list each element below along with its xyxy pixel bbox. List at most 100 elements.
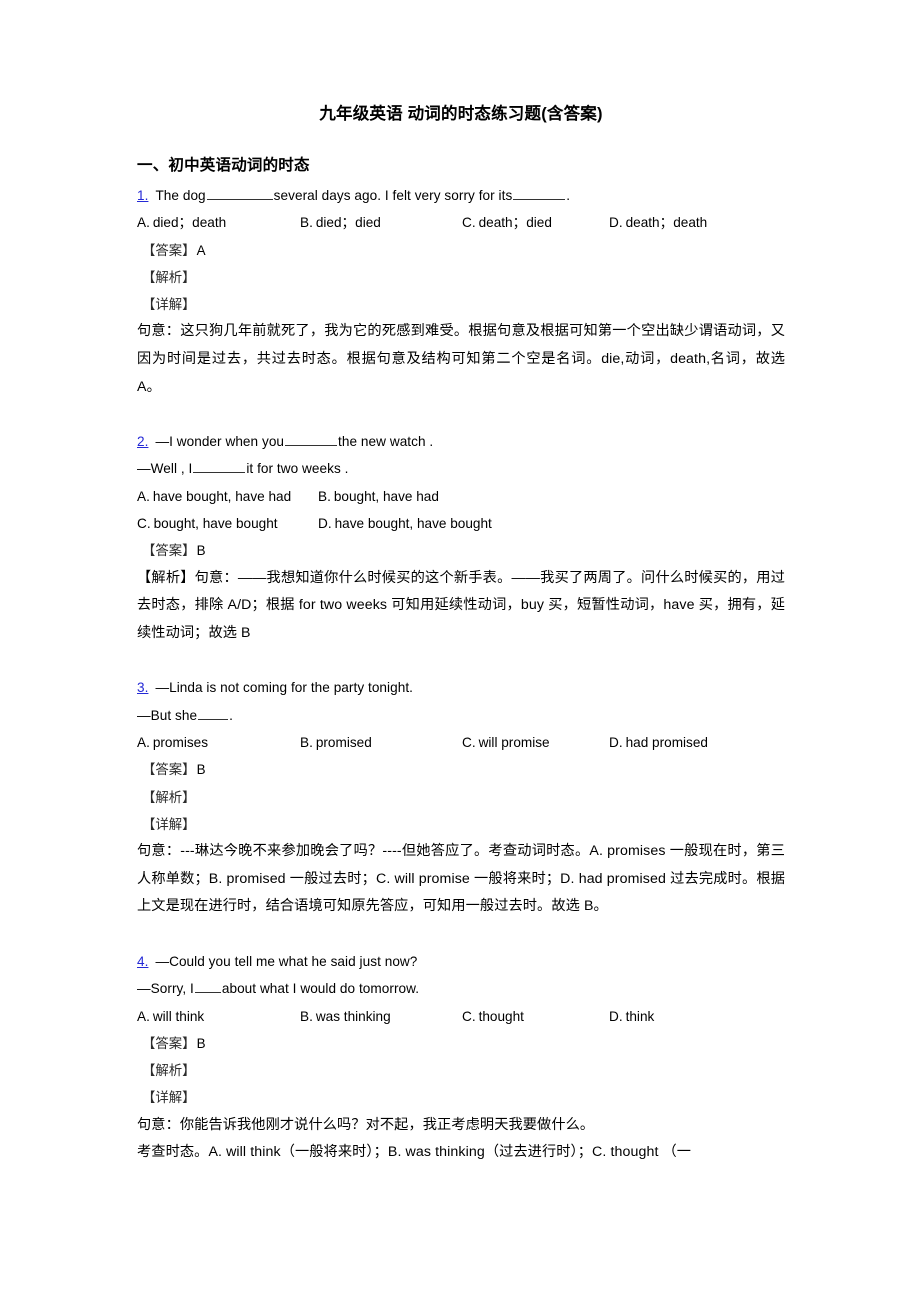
answer-blank[interactable] xyxy=(193,460,246,474)
analysis-text-2: 【解析】句意：——我想知道你什么时候买的这个新手表。——我买了两周了。问什么时候… xyxy=(137,569,785,641)
options-row-3: A. promises B. promised C. will promise D. h… xyxy=(137,729,785,756)
question-number-4[interactable]: 4. xyxy=(137,954,148,969)
answer-value: A xyxy=(196,242,206,258)
option-text: was thinking xyxy=(315,1008,391,1024)
option-1-d[interactable]: D. death；death xyxy=(609,209,707,236)
question-stem-text-1c: . xyxy=(566,187,571,203)
question-block-4: 4. —Could you tell me what he said just n… xyxy=(137,948,785,1167)
option-2-a[interactable]: A. have bought, have had xyxy=(137,483,291,510)
answer-line-1: 【答案】A xyxy=(137,237,785,264)
analysis-tag: 【解析】 xyxy=(142,269,196,285)
question-stem-4-line1: 4. —Could you tell me what he said just n… xyxy=(137,948,785,975)
answer-value: B xyxy=(196,1035,206,1051)
question-stem-text-3b: —But she xyxy=(137,707,198,723)
option-4-d[interactable]: D. think xyxy=(609,1003,654,1030)
question-block-3: 3. —Linda is not coming for the party ton… xyxy=(137,674,785,921)
answer-blank[interactable] xyxy=(194,980,221,994)
analysis-tag: 【解析】 xyxy=(142,1063,196,1079)
option-letter: B. xyxy=(300,1008,313,1024)
option-letter: D. xyxy=(609,735,623,751)
option-text: died；died xyxy=(315,215,381,231)
answer-value: B xyxy=(196,543,206,559)
option-letter: C. xyxy=(462,735,476,751)
question-block-2: 2. —I wonder when you the new watch . —Wel… xyxy=(137,428,785,647)
option-letter: D. xyxy=(609,215,623,231)
option-3-a[interactable]: A. promises xyxy=(137,729,208,756)
question-stem-text-1b: several days ago. I felt very sorry for … xyxy=(273,187,513,203)
option-4-b[interactable]: B. was thinking xyxy=(300,1003,391,1030)
question-stem-text-1a: The dog xyxy=(155,187,206,203)
detail-tag: 【详解】 xyxy=(142,1090,196,1106)
option-text: will promise xyxy=(478,735,550,751)
question-stem-text-2d: it for two weeks . xyxy=(246,461,349,477)
document-body: 九年级英语 动词的时态练习题(含答案) 一、初中英语动词的时态 1. The do… xyxy=(137,104,785,1167)
analysis-tag: 【解析】 xyxy=(142,789,196,805)
option-text: think xyxy=(625,1008,655,1024)
option-letter: D. xyxy=(609,1008,623,1024)
option-3-d[interactable]: D. had promised xyxy=(609,729,708,756)
answer-blank[interactable] xyxy=(285,433,338,447)
analysis-text-1: 句意：这只狗几年前就死了，我为它的死感到难受。根据句意及根据可知第一个空出缺少谓… xyxy=(137,323,785,395)
question-stem-2-line1: 2. —I wonder when you the new watch . xyxy=(137,428,785,455)
option-text: bought, have bought xyxy=(153,516,278,532)
option-1-b[interactable]: B. died；died xyxy=(300,209,381,236)
answer-line-4: 【答案】B xyxy=(137,1030,785,1057)
question-stem-3-line1: 3. —Linda is not coming for the party ton… xyxy=(137,674,785,701)
question-number-3[interactable]: 3. xyxy=(137,680,148,695)
page-title: 九年级英语 动词的时态练习题(含答案) xyxy=(319,105,603,123)
option-text: had promised xyxy=(625,735,708,751)
analysis-text-4-line1: 句意：你能告诉我他刚才说什么吗？对不起，我正考虑明天我要做什么。 xyxy=(137,1116,595,1133)
question-stem-text-2b: the new watch . xyxy=(338,434,434,450)
option-1-c[interactable]: C. death；died xyxy=(462,209,552,236)
option-text: bought, have had xyxy=(333,488,439,504)
answer-tag: 【答案】 xyxy=(142,242,196,258)
option-text: promises xyxy=(152,735,208,751)
option-text: death；death xyxy=(625,215,708,231)
question-number-1[interactable]: 1. xyxy=(137,188,148,203)
section-heading: 一、初中英语动词的时态 xyxy=(137,157,310,175)
question-stem-text-4a: —Could you tell me what he said just now… xyxy=(155,954,418,969)
answer-value: B xyxy=(196,762,206,778)
question-stem-1: 1. The dog several days ago. I felt very s… xyxy=(137,182,785,209)
question-number-2[interactable]: 2. xyxy=(137,434,148,449)
options-row-2-bottom: C. bought, have bought D. have bought, hav… xyxy=(137,510,785,537)
detail-tag: 【详解】 xyxy=(142,297,196,313)
detail-tag-line-4: 【详解】 xyxy=(137,1084,785,1111)
option-text: will think xyxy=(152,1008,205,1024)
analysis-tag-line-1: 【解析】 xyxy=(137,264,785,291)
options-row-1: A. died；death B. died；died C. death；died D.… xyxy=(137,209,785,236)
question-stem-text-3c: . xyxy=(229,707,233,723)
option-2-b[interactable]: B. bought, have had xyxy=(318,483,439,510)
option-letter: C. xyxy=(462,215,476,231)
option-4-c[interactable]: C. thought xyxy=(462,1003,524,1030)
option-letter: A. xyxy=(137,488,150,504)
option-4-a[interactable]: A. will think xyxy=(137,1003,204,1030)
option-3-c[interactable]: C. will promise xyxy=(462,729,550,756)
answer-line-2: 【答案】B xyxy=(137,537,785,564)
option-2-d[interactable]: D. have bought, have bought xyxy=(318,510,492,537)
question-stem-text-4b: —Sorry, I xyxy=(137,981,194,997)
option-text: thought xyxy=(478,1008,524,1024)
option-letter: B. xyxy=(300,215,313,231)
answer-blank[interactable] xyxy=(198,707,229,720)
question-block-1: 1. The dog several days ago. I felt very s… xyxy=(137,182,785,401)
option-3-b[interactable]: B. promised xyxy=(300,729,372,756)
option-letter: C. xyxy=(137,516,151,532)
analysis-text-4-line2: 考查时态。A. will think（一般将来时）；B. was thinkin… xyxy=(137,1144,692,1161)
option-text: promised xyxy=(315,735,372,751)
option-2-c[interactable]: C. bought, have bought xyxy=(137,510,278,537)
answer-line-3: 【答案】B xyxy=(137,756,785,783)
question-stem-text-2a: —I wonder when you xyxy=(155,434,285,450)
question-stem-text-2c: —Well , I xyxy=(137,461,193,477)
option-text: have bought, have had xyxy=(152,488,292,504)
detail-tag-line-3: 【详解】 xyxy=(137,811,785,838)
answer-blank[interactable] xyxy=(513,187,566,200)
option-text: death；died xyxy=(478,215,552,231)
option-letter: A. xyxy=(137,735,150,751)
answer-blank[interactable] xyxy=(206,187,273,200)
option-1-a[interactable]: A. died；death xyxy=(137,209,226,236)
question-stem-3-line2: —But she. xyxy=(137,702,785,729)
